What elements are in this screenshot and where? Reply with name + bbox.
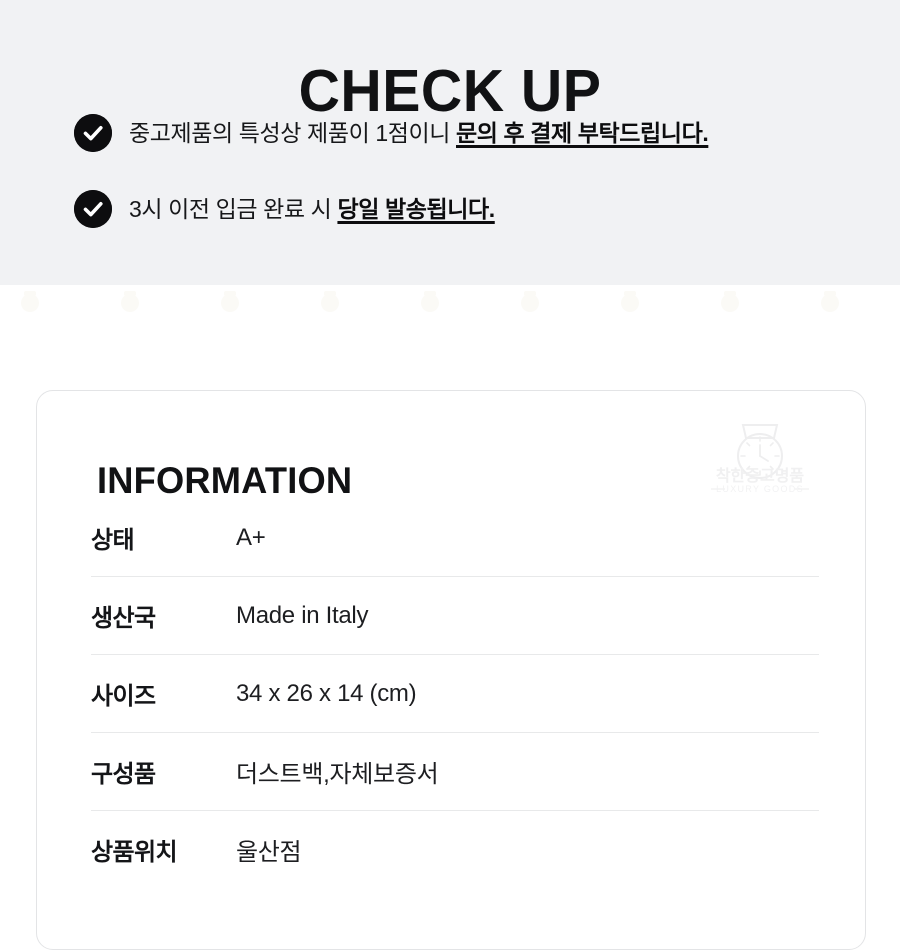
spec-value: 울산점 [236,839,302,866]
checkup-item-text: 중고제품의 특성상 제품이 1점이니 문의 후 결제 부탁드립니다. [129,115,709,151]
product-detail-page: CHECK UP 중고제품의 특성상 제품이 1점이니 문의 후 결제 부탁드립… [0,0,900,950]
spec-value: A+ [236,523,266,551]
checkup-item-lead: 3시 이전 입금 완료 시 [129,196,338,222]
checkup-panel: CHECK UP 중고제품의 특성상 제품이 1점이니 문의 후 결제 부탁드립… [0,0,900,285]
spec-label: 사이즈 [91,683,156,710]
checkup-list: 중고제품의 특성상 제품이 1점이니 문의 후 결제 부탁드립니다. 3시 이전… [74,112,864,264]
list-item: 중고제품의 특성상 제품이 1점이니 문의 후 결제 부탁드립니다. [74,112,864,154]
spec-label: 상태 [91,527,135,554]
check-circle-icon [74,190,112,228]
background-watermark-strip [0,285,900,340]
information-card: INFORMATION 착한중고명품 LUXURY GOODS 상태 A+ 생산… [36,390,866,950]
spec-value: Made in Italy [236,601,369,629]
spec-label: 구성품 [91,761,156,788]
checkup-item-text: 3시 이전 입금 완료 시 당일 발송됩니다. [129,191,495,227]
brand-watermark-logo: 착한중고명품 LUXURY GOODS [699,423,821,495]
table-row: 상태 A+ [91,499,819,576]
checkup-item-emphasis: 당일 발송됩니다. [337,196,495,222]
list-item: 3시 이전 입금 완료 시 당일 발송됩니다. [74,188,864,230]
checkup-item-lead: 중고제품의 특성상 제품이 1점이니 [129,120,456,146]
specification-table: 상태 A+ 생산국 Made in Italy 사이즈 34 x 26 x 14… [91,499,819,888]
table-row: 사이즈 34 x 26 x 14 (cm) [91,654,819,732]
spec-value: 더스트백,자체보증서 [236,761,439,788]
spec-label: 생산국 [91,605,156,632]
information-heading: INFORMATION [97,459,353,501]
spec-label: 상품위치 [91,839,178,866]
table-row: 구성품 더스트백,자체보증서 [91,732,819,810]
checkup-item-emphasis: 문의 후 결제 부탁드립니다. [456,120,709,146]
table-row: 상품위치 울산점 [91,810,819,888]
brand-watermark-kr: 착한중고명품 [716,466,805,485]
check-circle-icon [74,114,112,152]
brand-watermark-en: LUXURY GOODS [716,484,804,494]
table-row: 생산국 Made in Italy [91,576,819,654]
spec-value: 34 x 26 x 14 (cm) [236,679,417,707]
